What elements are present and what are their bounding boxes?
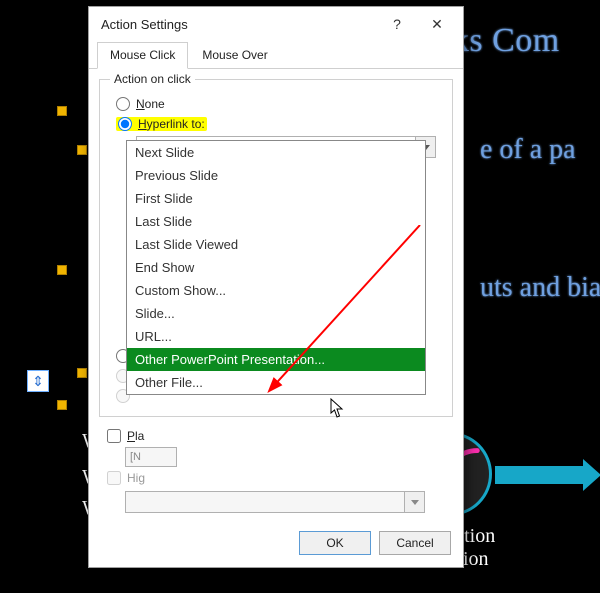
hyperlink-dropdown: Next Slide Previous Slide First Slide La… (126, 140, 426, 395)
selection-handle[interactable] (77, 368, 87, 378)
play-sound-label[interactable]: Pla (127, 429, 144, 443)
anchor-icon: ⇕ (27, 370, 49, 392)
selection-handle[interactable] (77, 145, 87, 155)
action-settings-dialog: Action Settings ? ✕ Mouse Click Mouse Ov… (88, 6, 464, 568)
selection-handle[interactable] (57, 106, 67, 116)
close-button[interactable]: ✕ (417, 12, 457, 36)
flow-arrow (495, 466, 585, 484)
radio-hyperlink-row: Hyperlink to: (110, 114, 442, 134)
dropdown-item[interactable]: Previous Slide (127, 164, 425, 187)
dialog-button-row: OK Cancel (89, 521, 463, 567)
tab-mouse-click[interactable]: Mouse Click (97, 42, 188, 69)
ok-button[interactable]: OK (299, 531, 371, 555)
sound-combo[interactable] (125, 491, 425, 513)
radio-none-label[interactable]: None (136, 97, 165, 111)
slide-body-fragment-1: e of a pa (480, 134, 576, 166)
play-sound-checkbox[interactable] (107, 429, 121, 443)
highlight-click-row: Hig (99, 467, 453, 489)
radio-none-row: None (110, 94, 442, 114)
play-sound-section: Pla [N Hig (99, 425, 453, 513)
selection-handle[interactable] (57, 400, 67, 410)
group-title: Action on click (110, 72, 195, 86)
dropdown-item[interactable]: End Show (127, 256, 425, 279)
dropdown-item[interactable]: Other File... (127, 371, 425, 394)
tab-strip: Mouse Click Mouse Over (89, 41, 463, 69)
dropdown-item[interactable]: Slide... (127, 302, 425, 325)
help-button[interactable]: ? (377, 12, 417, 36)
highlight-click-checkbox[interactable] (107, 471, 121, 485)
radio-hyperlink[interactable] (118, 117, 132, 131)
dialog-title: Action Settings (101, 17, 377, 32)
dropdown-item[interactable]: First Slide (127, 187, 425, 210)
dropdown-item[interactable]: Last Slide Viewed (127, 233, 425, 256)
cancel-button[interactable]: Cancel (379, 531, 451, 555)
dialog-titlebar[interactable]: Action Settings ? ✕ (89, 7, 463, 41)
tab-mouse-over[interactable]: Mouse Over (189, 42, 280, 69)
dropdown-item[interactable]: Next Slide (127, 141, 425, 164)
radio-none[interactable] (116, 97, 130, 111)
selection-handle[interactable] (57, 265, 67, 275)
slide-body-fragment-2: uts and bia (480, 272, 600, 304)
dropdown-item-highlighted[interactable]: Other PowerPoint Presentation... (127, 348, 425, 371)
dropdown-item[interactable]: Last Slide (127, 210, 425, 233)
no-sound-combo-fragment: [N (125, 447, 177, 467)
chevron-down-icon[interactable] (404, 492, 424, 512)
action-on-click-group: Action on click None Hyperlink to: Next … (99, 79, 453, 417)
play-sound-row: Pla (99, 425, 453, 447)
highlight-click-label: Hig (127, 471, 145, 485)
dropdown-item[interactable]: Custom Show... (127, 279, 425, 302)
dropdown-item[interactable]: URL... (127, 325, 425, 348)
radio-hyperlink-label[interactable]: Hyperlink to: (138, 117, 205, 131)
